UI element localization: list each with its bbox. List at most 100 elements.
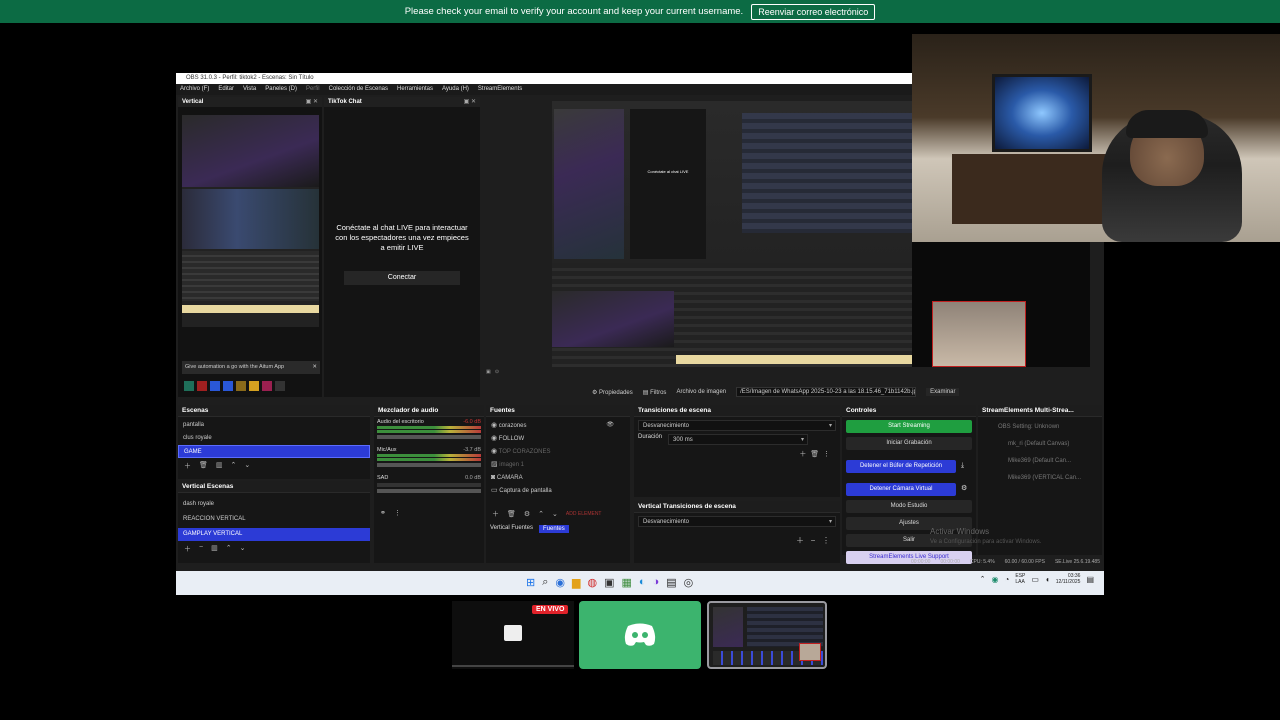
source-item[interactable]: ◙ CAMARA xyxy=(486,471,630,484)
scene-item[interactable]: clus royale xyxy=(178,432,370,445)
promo-close-icon[interactable]: ✕ xyxy=(312,361,317,374)
multistream-item[interactable]: OBS Setting: Unknown xyxy=(978,421,1102,434)
menu-dots-icon[interactable]: ⋮ xyxy=(394,509,401,517)
link-icon[interactable]: ⚭ xyxy=(380,509,386,517)
download-icon[interactable]: ⤓ xyxy=(961,462,964,469)
connect-button[interactable]: Conectar xyxy=(344,271,460,285)
source-item[interactable]: ▭ Captura de pantalla xyxy=(486,484,630,497)
virtualcam-icon[interactable] xyxy=(210,381,220,391)
gear-icon[interactable] xyxy=(275,381,285,391)
menu-dots-icon[interactable]: ⋮ xyxy=(822,536,830,545)
add-icon[interactable]: ＋ xyxy=(492,509,499,519)
app-icon[interactable]: ▣ xyxy=(604,576,614,589)
scene-item-selected[interactable]: GAME xyxy=(178,445,370,458)
trash-icon[interactable]: 🗑 xyxy=(810,451,819,458)
app-icon[interactable]: ▦ xyxy=(621,576,631,589)
remove-icon[interactable]: − xyxy=(811,536,816,545)
add-icon[interactable]: ＋ xyxy=(184,544,191,554)
settings-icon[interactable] xyxy=(249,381,259,391)
tab-sources[interactable]: Fuentes xyxy=(539,525,569,533)
search-icon[interactable]: ⌕ xyxy=(542,576,548,589)
source-item[interactable]: ▨ imagen 1 xyxy=(486,458,630,471)
save-icon[interactable] xyxy=(236,381,246,391)
app-icon[interactable]: ▤ xyxy=(666,576,676,589)
add-element-button[interactable]: ADD ELEMENT xyxy=(566,511,602,517)
filters-button[interactable]: ▤ Filtros xyxy=(643,389,667,396)
obs-icon[interactable]: ◎ xyxy=(684,576,694,589)
up-icon[interactable]: ⌃ xyxy=(538,510,544,518)
heart-icon[interactable] xyxy=(262,381,272,391)
tab-vertical-sources[interactable]: Vertical Fuentes xyxy=(490,525,533,533)
vertical-transition-select[interactable]: Desvanecimiento xyxy=(638,516,836,528)
menu-file[interactable]: Archivo (F) xyxy=(180,84,209,95)
gear-icon[interactable]: ⚙ xyxy=(961,485,967,492)
stream-icon[interactable] xyxy=(197,381,207,391)
thumbnail-live[interactable]: EN VIVO xyxy=(452,601,574,669)
stop-replay-buffer-button[interactable]: Detener el Búfer de Repetición xyxy=(846,460,956,473)
stop-virtual-camera-button[interactable]: Detener Cámara Virtual xyxy=(846,483,956,496)
notification-icon[interactable]: ▤ xyxy=(1086,575,1094,584)
menu-tools[interactable]: Herramientas xyxy=(397,84,433,95)
up-icon[interactable]: ⌃ xyxy=(226,544,232,554)
dock-close-icon[interactable]: ▣ ✕ xyxy=(306,98,318,105)
source-item[interactable]: ◉ TOP CORAZONES xyxy=(486,445,630,458)
replay-icon[interactable] xyxy=(223,381,233,391)
thumbnail-discord[interactable] xyxy=(579,601,701,669)
down-icon[interactable]: ⌄ xyxy=(552,510,558,518)
menu-scene-collection[interactable]: Colección de Escenas xyxy=(329,84,388,95)
menu-streamelements[interactable]: StreamElements xyxy=(478,84,522,95)
filter-icon[interactable]: ▥ xyxy=(216,461,223,471)
source-item[interactable]: ◉ FOLLOW xyxy=(486,432,630,445)
scene-item-selected[interactable]: GAMPLAY VERTICAL xyxy=(178,528,370,541)
trash-icon[interactable]: 🗑 xyxy=(199,461,208,471)
browse-button[interactable]: Examinar xyxy=(926,388,960,396)
filter-icon[interactable]: ▥ xyxy=(211,544,218,554)
gear-icon[interactable]: ⚙ xyxy=(524,510,530,518)
tray-app-icon[interactable]: ◉ xyxy=(992,575,999,584)
menu-dots-icon[interactable]: ⋮ xyxy=(823,451,830,458)
start-streaming-button[interactable]: Start Streaming xyxy=(846,420,972,433)
volume-slider[interactable] xyxy=(377,435,481,439)
edge-icon[interactable]: ◉ xyxy=(555,576,565,589)
volume-slider[interactable] xyxy=(377,463,481,467)
add-icon[interactable]: ＋ xyxy=(796,536,804,545)
image-path-field[interactable]: /ES/Imagen de WhatsApp 2025-10-23 a las … xyxy=(736,387,917,397)
record-icon[interactable] xyxy=(184,381,194,391)
remove-icon[interactable]: − xyxy=(199,544,203,554)
scene-item[interactable]: REACCION VERTICAL xyxy=(178,513,370,526)
add-icon[interactable]: ＋ xyxy=(799,451,806,458)
app-icon[interactable]: ◑ xyxy=(653,576,660,589)
menu-edit[interactable]: Editar xyxy=(218,84,234,95)
chrome-icon[interactable]: ◍ xyxy=(587,576,597,589)
menu-profile[interactable]: Perfil xyxy=(306,84,320,95)
menu-help[interactable]: Ayuda (H) xyxy=(442,84,469,95)
studio-mode-button[interactable]: Modo Estudio xyxy=(846,500,972,513)
down-icon[interactable]: ⌄ xyxy=(240,544,246,554)
windows-start-icon[interactable]: ⊞ xyxy=(526,576,535,589)
start-recording-button[interactable]: Iniciar Grabación xyxy=(846,437,972,450)
multistream-item[interactable]: Mike369 (Default Can... xyxy=(978,455,1102,468)
resend-email-button[interactable]: Reenviar correo electrónico xyxy=(751,3,876,20)
multistream-item[interactable]: Mike369 (VERTICAL Can... xyxy=(978,472,1102,485)
trash-icon[interactable]: 🗑 xyxy=(507,510,516,518)
source-item[interactable]: ◉ corazones 👁 xyxy=(486,419,630,432)
wifi-icon[interactable]: ◔ xyxy=(1005,575,1010,584)
dock-close-icon[interactable]: ▣ ✕ xyxy=(464,98,476,105)
transition-select[interactable]: Desvanecimiento xyxy=(638,420,836,432)
menu-docks[interactable]: Paneles (D) xyxy=(265,84,297,95)
up-icon[interactable]: ⌃ xyxy=(231,461,237,471)
language-indicator[interactable]: ESP LAA xyxy=(1015,573,1025,585)
network-icon[interactable]: ▭ xyxy=(1031,575,1039,584)
down-icon[interactable]: ⌄ xyxy=(244,461,250,471)
volume-slider[interactable] xyxy=(377,489,481,493)
clock[interactable]: 03:36 12/11/2025 xyxy=(1056,573,1081,585)
volume-icon[interactable]: ◖ xyxy=(1045,575,1050,584)
properties-button[interactable]: ⚙ Propiedades xyxy=(592,389,633,396)
thumbnail-obs[interactable] xyxy=(707,601,827,669)
app-icon[interactable]: ◐ xyxy=(639,576,646,589)
scene-item[interactable]: dash royale xyxy=(178,498,370,511)
scene-item[interactable]: pantalla xyxy=(178,419,370,432)
folder-icon[interactable]: ▆ xyxy=(572,576,580,589)
duration-input[interactable]: 300 ms xyxy=(668,434,809,446)
add-icon[interactable]: ＋ xyxy=(184,461,191,471)
